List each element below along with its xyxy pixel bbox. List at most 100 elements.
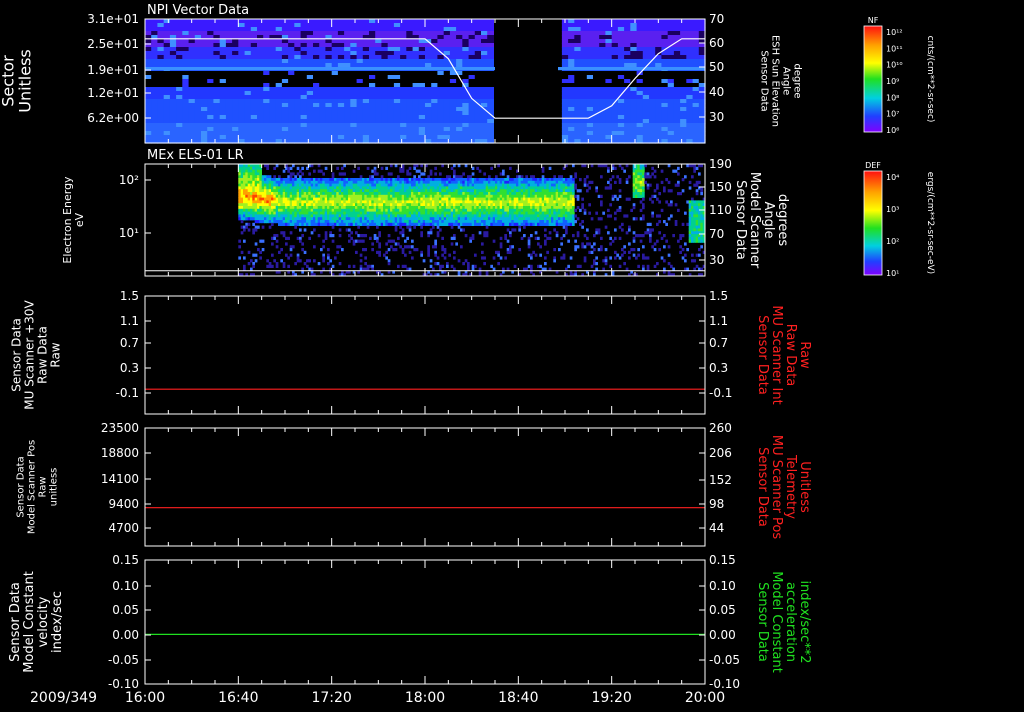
heatmap-cell <box>593 99 600 104</box>
spectrogram-cell <box>355 214 358 218</box>
spectrogram-cell <box>348 189 351 193</box>
heatmap-cell <box>617 39 625 44</box>
heatmap-cell <box>487 87 494 92</box>
spectrogram-cell <box>259 220 262 224</box>
heatmap-cell <box>344 135 351 140</box>
heatmap-cell <box>649 79 656 84</box>
spectrogram-cell <box>317 208 321 212</box>
spectrogram-cell <box>315 186 318 190</box>
heatmap-cell <box>238 79 246 84</box>
spectrogram-cell <box>446 220 449 224</box>
spectrogram-cell <box>243 197 246 201</box>
heatmap-cell <box>250 107 258 112</box>
heatmap-cell <box>630 127 638 132</box>
spectrogram-cell <box>308 200 311 204</box>
spectrogram-cell <box>464 259 468 263</box>
spectrogram-cell <box>492 220 496 224</box>
heatmap-cell <box>561 135 569 140</box>
heatmap-cell <box>624 123 631 128</box>
heatmap-cell <box>686 71 694 76</box>
heatmap-cell <box>375 127 382 132</box>
spectrogram-cell <box>418 169 421 173</box>
spectrogram-cell <box>490 206 493 210</box>
spectrogram-cell <box>280 206 283 210</box>
spectrogram-cell <box>292 172 295 176</box>
heatmap-cell <box>599 95 606 100</box>
heatmap-cell <box>630 99 638 104</box>
heatmap-cell <box>655 47 662 52</box>
spectrogram-cell <box>257 208 260 212</box>
heatmap-cell <box>238 19 246 24</box>
heatmap-cell <box>443 83 451 88</box>
spectrogram-cell <box>331 197 335 201</box>
heatmap-cell <box>400 79 407 84</box>
spectrogram-cell <box>240 166 244 170</box>
heatmap-cell <box>593 103 600 108</box>
spectrogram-cell <box>336 214 339 218</box>
spectrogram-cell <box>443 250 447 254</box>
spectrogram-cell <box>278 250 281 254</box>
heatmap-cell <box>182 23 190 28</box>
spectrogram-cell <box>238 206 241 210</box>
heatmap-cell <box>443 95 451 100</box>
spectrogram-cell <box>469 208 472 212</box>
spectrogram-cell <box>266 264 269 268</box>
heatmap-cell <box>157 107 165 112</box>
heatmap-cell <box>580 87 588 92</box>
spectrogram-cell <box>275 203 279 207</box>
spectrogram-cell <box>394 200 398 204</box>
spectrogram-cell <box>418 217 421 221</box>
spectrogram-cell <box>247 214 251 218</box>
heatmap-cell <box>642 111 650 116</box>
spectrogram-cell <box>446 175 449 179</box>
heatmap-cell <box>692 47 700 52</box>
heatmap-cell <box>605 59 613 64</box>
heatmap-cell <box>431 79 438 84</box>
heatmap-cell <box>387 115 395 120</box>
heatmap-cell <box>201 83 208 88</box>
spectrogram-cell <box>271 189 274 193</box>
heatmap-cell <box>269 135 277 140</box>
heatmap-cell <box>400 87 407 92</box>
heatmap-cell <box>225 115 233 120</box>
spectrogram-cell <box>432 214 435 218</box>
spectrogram-cell <box>441 214 444 218</box>
heatmap-cell <box>319 47 326 52</box>
spectrogram-cell <box>450 183 454 187</box>
spectrogram-cell <box>315 214 318 218</box>
spectrogram-cell <box>275 192 279 196</box>
spectrogram-cell <box>439 208 442 212</box>
heatmap-cell <box>157 127 165 132</box>
heatmap-cell <box>617 31 625 36</box>
spectrogram-cell <box>317 234 321 238</box>
heatmap-cell <box>263 83 270 88</box>
spectrogram-cell <box>467 186 470 190</box>
spectrogram-cell <box>362 239 365 243</box>
heatmap-cell <box>636 87 644 92</box>
spectrogram-cell <box>471 186 475 190</box>
heatmap-cell <box>667 95 675 100</box>
heatmap-cell <box>630 47 638 52</box>
spectrogram-cell <box>387 208 391 212</box>
spectrogram-cell <box>373 166 377 170</box>
heatmap-cell <box>636 63 644 68</box>
heatmap-cell <box>225 131 233 136</box>
spectrogram-cell <box>320 169 323 173</box>
heatmap-cell <box>269 63 277 68</box>
heatmap-cell <box>163 75 171 80</box>
spectrogram-cell <box>467 262 470 266</box>
spectrogram-cell <box>313 208 316 212</box>
spectrogram-cell <box>499 220 503 224</box>
spectrogram-cell <box>352 197 356 201</box>
spectrogram-cell <box>422 211 426 215</box>
heatmap-cell <box>449 127 457 132</box>
heatmap-cell <box>636 59 644 64</box>
heatmap-cell <box>474 95 482 100</box>
spectrogram-cell <box>471 194 475 198</box>
spectrogram-cell <box>329 189 332 193</box>
spectrogram-cell <box>481 220 484 224</box>
heatmap-cell <box>257 23 264 28</box>
heatmap-cell <box>425 91 432 96</box>
spectrogram-cell <box>341 194 344 198</box>
spectrogram-cell <box>247 228 251 232</box>
